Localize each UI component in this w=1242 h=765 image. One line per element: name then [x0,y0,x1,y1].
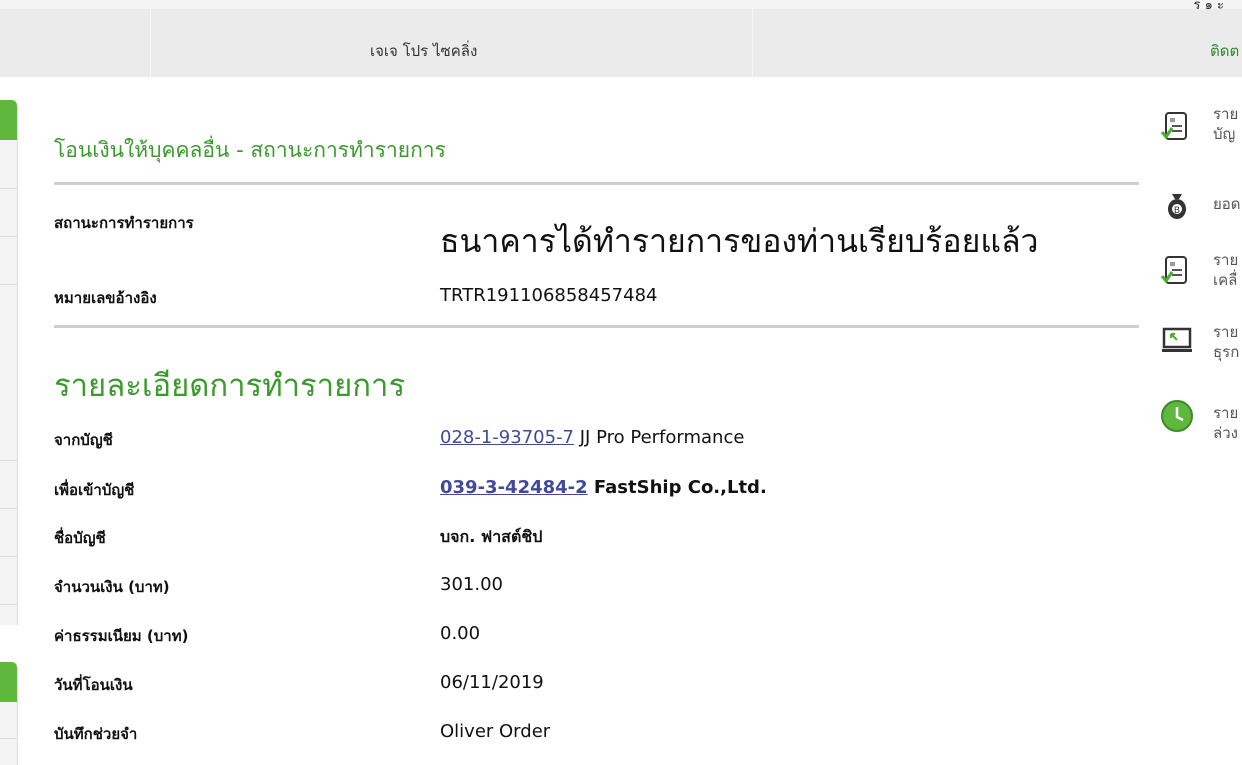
amount-value: 301.00 [440,574,503,595]
from-account-name: JJ Pro Performance [574,427,745,448]
to-account-name: FastShip Co.,Ltd. [587,477,767,498]
top-navbar: เจเจ โปร ไซคลิ่ง ติดต [0,9,1242,77]
amount-label: จำนวนเงิน (บาท) [54,578,170,596]
memo-label: บันทึกช่วยจำ [54,725,138,743]
from-account-label: จากบัญชี [54,431,113,449]
right-menu-item-1[interactable]: ราย บัญ [1213,104,1238,144]
reference-label: หมายเลขอ้างอิง [54,289,157,307]
statement-check-icon[interactable] [1160,110,1194,144]
left-menu-divider [0,188,17,189]
left-menu-divider [0,604,17,605]
memo-value: Oliver Order [440,721,551,742]
reference-number: TRTR191106858457484 [440,285,658,306]
left-menu-divider [0,738,17,739]
nav-contact-link[interactable]: ติดต [1210,39,1239,63]
left-menu-panel-2[interactable] [0,702,18,765]
left-menu-divider [0,460,17,461]
nav-user-name: เจเจ โปร ไซคลิ่ง [370,42,478,60]
from-account-link[interactable]: 028-1-93705-7 [440,427,574,448]
divider [54,182,1139,185]
page-title: โอนเงินให้บุคคลอื่น - สถานะการทำรายการ [54,138,446,162]
account-name-label: ชื่อบัญชี [54,529,106,547]
left-menu-tab-active-2[interactable] [0,662,18,702]
statement-check-icon[interactable] [1160,254,1194,288]
left-menu-divider [0,236,17,237]
nav-divider [752,9,753,77]
fee-value: 0.00 [440,623,481,644]
money-bag-icon[interactable]: B [1160,188,1194,222]
to-account-link[interactable]: 039-3-42484-2 [440,477,588,498]
right-menu-item-4[interactable]: ราย ธุรก [1213,322,1239,362]
transfer-date-value: 06/11/2019 [440,672,544,693]
monitor-cursor-icon[interactable] [1160,324,1194,358]
nav-divider [150,9,151,77]
top-strip [0,0,1242,9]
from-account-value: 028-1-93705-7 JJ Pro Performance [440,427,744,448]
svg-text:B: B [1174,206,1180,216]
account-name-value: บจก. ฟาสต์ชิป [440,527,543,546]
left-menu-divider [0,556,17,557]
right-menu-item-5[interactable]: ราย ล่วง [1213,403,1238,443]
right-menu-item-2[interactable]: ยอด [1213,194,1241,214]
left-menu-divider [0,508,17,509]
divider [54,325,1139,328]
left-menu-divider [0,284,17,285]
status-label: สถานะการทำรายการ [54,214,194,232]
details-heading: รายละเอียดการทำรายการ [54,368,406,404]
transfer-date-label: วันที่โอนเงิน [54,676,133,694]
left-menu-tab-active[interactable] [0,100,18,140]
right-menu-item-3[interactable]: ราย เคลื่ [1213,250,1238,290]
left-menu-panel[interactable] [0,140,18,625]
fee-label: ค่าธรรมเนียม (บาท) [54,627,189,645]
to-account-label: เพื่อเข้าบัญชี [54,481,135,499]
clock-icon[interactable] [1160,399,1194,433]
status-message: ธนาคารได้ทำรายการของท่านเรียบร้อยแล้ว [440,222,1039,260]
to-account-value: 039-3-42484-2 FastShip Co.,Ltd. [440,477,767,498]
